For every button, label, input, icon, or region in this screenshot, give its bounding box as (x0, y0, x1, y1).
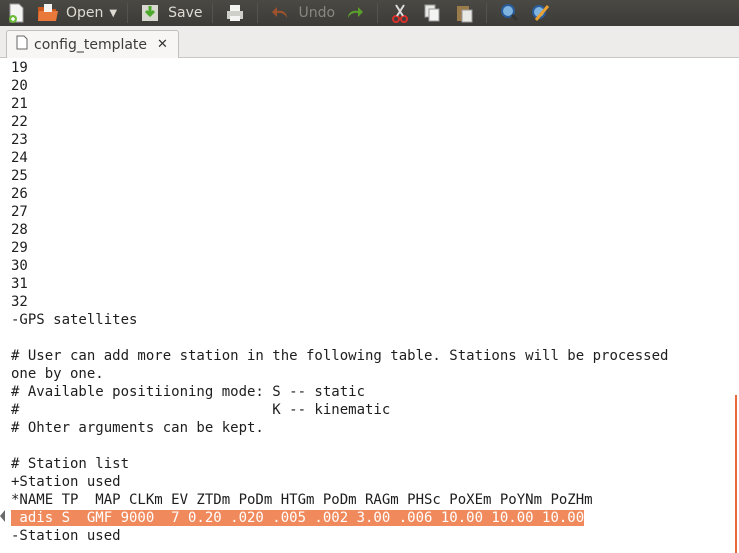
copy-icon (420, 1, 444, 25)
line-text: 29 (11, 240, 28, 256)
tab-bar: config_template ✕ (0, 26, 739, 58)
selected-line[interactable]: adis S GMF 9000 7 0.20 .020 .005 .002 3.… (11, 509, 585, 527)
line-text: -GPS satellites (11, 312, 138, 328)
text-line[interactable]: 25 (11, 167, 28, 185)
text-line[interactable]: 31 (11, 275, 28, 293)
line-text: 20 (11, 78, 28, 94)
text-line[interactable]: # User can add more station in the follo… (11, 347, 668, 365)
text-line[interactable]: -Station used (11, 527, 121, 545)
close-icon[interactable]: ✕ (157, 37, 168, 52)
line-text: adis S GMF 9000 7 0.20 .020 .005 .002 3.… (11, 510, 585, 526)
redo-icon (343, 1, 367, 25)
line-text: 23 (11, 132, 28, 148)
text-line[interactable]: one by one. (11, 365, 104, 383)
line-text: 26 (11, 186, 28, 202)
tab-title: config_template (34, 36, 148, 53)
toolbar: Open ▼ Save Undo (0, 0, 739, 26)
toolbar-separator (257, 3, 259, 23)
text-line[interactable]: 29 (11, 239, 28, 257)
folder-open-icon (36, 1, 60, 25)
line-text: 30 (11, 258, 28, 274)
save-button[interactable]: Save (134, 0, 206, 26)
redo-button[interactable] (339, 0, 371, 26)
paste-button[interactable] (448, 0, 480, 26)
text-line[interactable]: # Available positiioning mode: S -- stat… (11, 383, 365, 401)
save-label: Save (168, 5, 203, 21)
find-button[interactable] (493, 0, 525, 26)
line-text: 22 (11, 114, 28, 130)
print-button[interactable] (219, 0, 251, 26)
toolbar-separator (486, 3, 488, 23)
text-editor[interactable]: 19 20 21 22 23 24 25 26 27 28 29 30 31 32 -GPS satelli… (0, 58, 739, 553)
text-line[interactable]: 27 (11, 203, 28, 221)
text-line[interactable]: +Station used (11, 473, 121, 491)
line-text: 28 (11, 222, 28, 238)
find-replace-icon (529, 1, 553, 25)
scroll-marker (735, 395, 737, 553)
text-line[interactable]: 22 (11, 113, 28, 131)
undo-button[interactable]: Undo (264, 0, 339, 26)
line-text: # K -- kinematic (11, 402, 391, 418)
undo-icon (268, 1, 292, 25)
text-line[interactable]: 19 (11, 59, 28, 77)
text-line[interactable]: 28 (11, 221, 28, 239)
tab-config-template[interactable]: config_template ✕ (6, 30, 179, 58)
scissors-icon (388, 1, 412, 25)
paste-icon (452, 1, 476, 25)
open-label: Open (66, 5, 104, 21)
document-icon (16, 35, 28, 54)
line-text: *NAME TP MAP CLKm EV ZTDm PoDm HTGm PoDm… (11, 492, 593, 508)
line-text: 21 (11, 96, 28, 112)
line-text: -Station used (11, 528, 121, 544)
line-text: 32 (11, 294, 28, 310)
text-line[interactable]: 30 (11, 257, 28, 275)
cut-button[interactable] (384, 0, 416, 26)
line-text: 31 (11, 276, 28, 292)
line-text: 19 (11, 60, 28, 76)
text-line[interactable]: 21 (11, 95, 28, 113)
printer-icon (223, 1, 247, 25)
copy-button[interactable] (416, 0, 448, 26)
save-icon (138, 1, 162, 25)
left-margin-marker (0, 510, 5, 522)
line-text: one by one. (11, 366, 104, 382)
line-text: 25 (11, 168, 28, 184)
toolbar-separator (127, 3, 129, 23)
text-line[interactable]: 32 (11, 293, 28, 311)
text-line[interactable]: # Ohter arguments can be kept. (11, 419, 264, 437)
line-text: # Ohter arguments can be kept. (11, 420, 264, 436)
line-text: 27 (11, 204, 28, 220)
text-line[interactable]: 24 (11, 149, 28, 167)
text-line[interactable]: # Station list (11, 455, 129, 473)
text-line[interactable]: -GPS satellites (11, 311, 137, 329)
new-document-icon (4, 1, 28, 25)
chevron-down-icon[interactable]: ▼ (109, 8, 117, 19)
toolbar-separator (212, 3, 214, 23)
text-line[interactable]: 26 (11, 185, 28, 203)
text-line[interactable]: 23 (11, 131, 28, 149)
text-line[interactable]: # K -- kinematic (11, 401, 390, 419)
text-line[interactable]: 20 (11, 77, 28, 95)
line-text: # User can add more station in the follo… (11, 348, 669, 364)
line-text: # Station list (11, 456, 130, 472)
text-line[interactable]: *NAME TP MAP CLKm EV ZTDm PoDm HTGm PoDm… (11, 491, 593, 509)
line-text: # Available positiioning mode: S -- stat… (11, 384, 366, 400)
line-text: 24 (11, 150, 28, 166)
new-button[interactable] (0, 0, 32, 26)
line-text: +Station used (11, 474, 121, 490)
open-button[interactable]: Open ▼ (32, 0, 121, 26)
search-icon (497, 1, 521, 25)
undo-label: Undo (298, 5, 336, 21)
replace-button[interactable] (525, 0, 557, 26)
toolbar-separator (377, 3, 379, 23)
